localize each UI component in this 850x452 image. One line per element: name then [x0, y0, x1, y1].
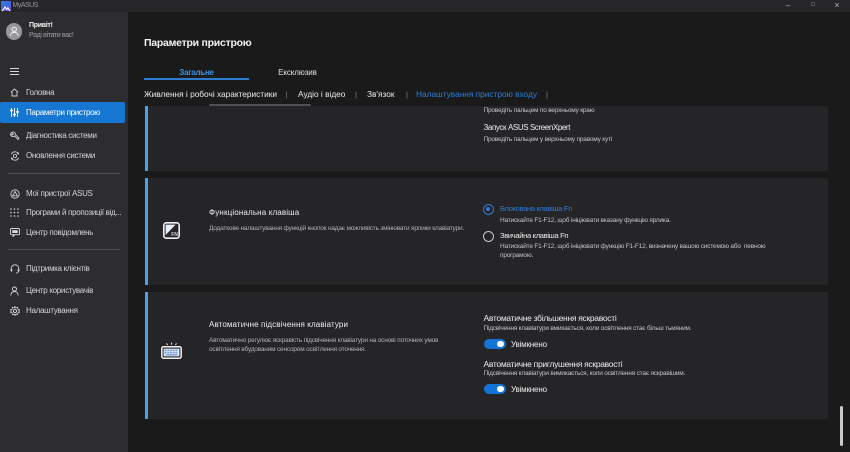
svg-text:FN: FN [171, 232, 178, 238]
